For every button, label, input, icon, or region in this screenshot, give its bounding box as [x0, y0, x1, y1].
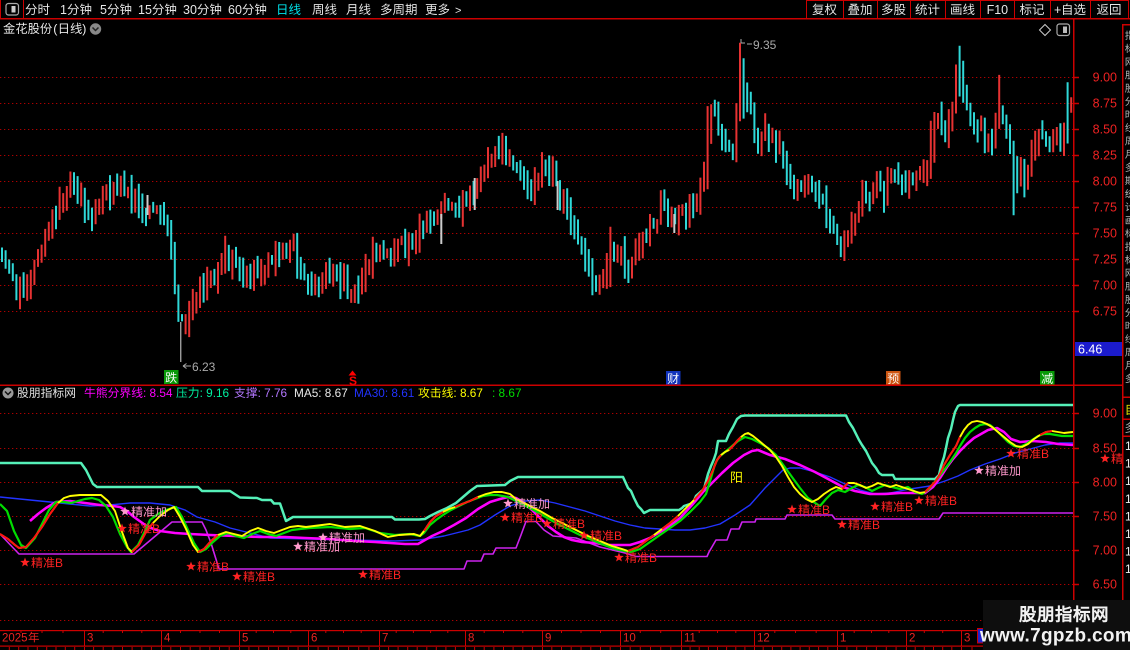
svg-text:7.50: 7.50 — [1093, 227, 1117, 241]
svg-text:5: 5 — [242, 633, 248, 645]
svg-text:8.50: 8.50 — [1093, 442, 1117, 456]
svg-text:www.7gpzb.com: www.7gpzb.com — [979, 626, 1130, 647]
svg-text:1: 1 — [1125, 492, 1130, 506]
svg-text:1: 1 — [1125, 527, 1130, 541]
svg-text:: 7.76: : 7.76 — [258, 386, 288, 400]
svg-text:8.75: 8.75 — [1093, 97, 1117, 111]
svg-text:: 9.16: : 9.16 — [200, 386, 230, 400]
svg-text:B: B — [649, 551, 657, 565]
svg-text:60: 60 — [228, 3, 242, 17]
svg-text:B: B — [905, 500, 913, 514]
svg-text:7.00: 7.00 — [1093, 279, 1117, 293]
svg-text:7.25: 7.25 — [1093, 253, 1117, 267]
svg-text:6.50: 6.50 — [1093, 578, 1117, 592]
svg-text:B: B — [267, 570, 275, 584]
svg-text:15: 15 — [138, 3, 152, 17]
svg-text:+: + — [1054, 3, 1061, 17]
svg-text:12: 12 — [757, 633, 770, 645]
svg-text:4: 4 — [164, 633, 171, 645]
svg-text:8.00: 8.00 — [1093, 476, 1117, 490]
svg-text:30: 30 — [183, 3, 197, 17]
svg-text:: 8.67: : 8.67 — [453, 386, 483, 400]
svg-text:2025: 2025 — [2, 633, 28, 645]
svg-text:7.50: 7.50 — [1093, 510, 1117, 524]
svg-text:6.46: 6.46 — [1078, 343, 1102, 357]
svg-text:B: B — [535, 511, 543, 525]
svg-text:B: B — [949, 494, 957, 508]
svg-text:MA30: 8.61: MA30: 8.61 — [354, 386, 414, 400]
svg-text:1: 1 — [1125, 439, 1130, 453]
svg-text:1: 1 — [1125, 474, 1130, 488]
svg-text:B: B — [1041, 447, 1049, 461]
svg-text:9.00: 9.00 — [1093, 71, 1117, 85]
svg-text:2: 2 — [909, 633, 915, 645]
svg-text:1: 1 — [1125, 457, 1130, 471]
svg-text:7.00: 7.00 — [1093, 544, 1117, 558]
svg-text:1: 1 — [1125, 562, 1130, 576]
svg-text:B: B — [55, 556, 63, 570]
svg-text:1: 1 — [840, 633, 846, 645]
svg-text:8: 8 — [468, 633, 474, 645]
svg-text:3: 3 — [87, 633, 93, 645]
svg-text:8.50: 8.50 — [1093, 123, 1117, 137]
svg-text:F10: F10 — [987, 3, 1009, 17]
svg-text:5: 5 — [100, 3, 107, 17]
svg-text:9.35: 9.35 — [753, 38, 777, 52]
svg-text:: 8.67: : 8.67 — [492, 386, 522, 400]
svg-text:B: B — [614, 529, 622, 543]
svg-text:7.75: 7.75 — [1093, 201, 1117, 215]
svg-text:B: B — [152, 522, 160, 536]
svg-text:6: 6 — [311, 633, 317, 645]
svg-text:B: B — [577, 517, 585, 531]
svg-text:1: 1 — [1125, 509, 1130, 523]
svg-text:10: 10 — [623, 633, 636, 645]
svg-text:B: B — [221, 560, 229, 574]
svg-text:9: 9 — [545, 633, 551, 645]
svg-text:: 8.54: : 8.54 — [143, 386, 173, 400]
svg-text:9.00: 9.00 — [1093, 407, 1117, 421]
svg-text:8.00: 8.00 — [1093, 175, 1117, 189]
svg-text:1: 1 — [1125, 545, 1130, 559]
svg-text:7: 7 — [382, 633, 388, 645]
svg-text:8.25: 8.25 — [1093, 149, 1117, 163]
svg-text:1: 1 — [60, 3, 67, 17]
svg-text:11: 11 — [684, 633, 696, 645]
svg-text:B: B — [822, 503, 830, 517]
svg-text:B: B — [872, 518, 880, 532]
svg-text:3: 3 — [964, 633, 970, 645]
svg-text:MA5: 8.67: MA5: 8.67 — [294, 386, 348, 400]
svg-text:6.23: 6.23 — [192, 360, 216, 374]
svg-text:6.75: 6.75 — [1093, 305, 1117, 319]
svg-text:B: B — [393, 568, 401, 582]
svg-text:): ) — [82, 22, 86, 36]
svg-text:>: > — [455, 5, 461, 17]
